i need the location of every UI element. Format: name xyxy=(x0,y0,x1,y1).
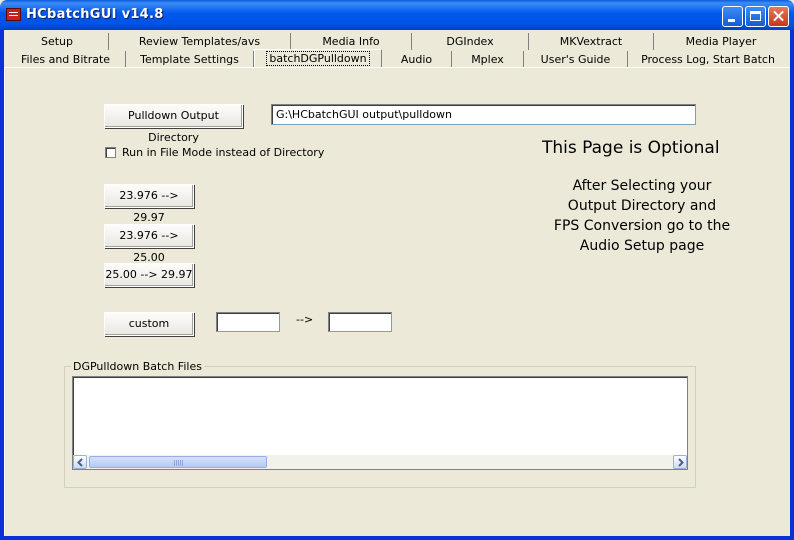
horizontal-scrollbar[interactable] xyxy=(73,455,687,469)
info-line: Output Directory and xyxy=(567,198,717,214)
tab-media-player[interactable]: Media Player xyxy=(654,33,788,50)
tab-review-templates[interactable]: Review Templates/avs xyxy=(109,33,291,50)
scroll-left-button[interactable] xyxy=(73,455,87,469)
page-heading: This Page is Optional xyxy=(542,138,720,158)
close-button[interactable] xyxy=(768,6,789,27)
minimize-icon xyxy=(728,19,735,22)
main-window: HCbatchGUI v14.8 Setup Review Templates/… xyxy=(0,0,794,540)
tab-setup[interactable]: Setup xyxy=(6,33,109,50)
info-line: FPS Conversion go to the xyxy=(553,218,731,234)
info-line: After Selecting your xyxy=(572,178,712,194)
scroll-grip-icon xyxy=(174,460,183,466)
close-icon xyxy=(769,7,788,26)
convert-23976-2997-label: 23.976 --> 29.97 xyxy=(119,189,179,224)
tab-mplex[interactable]: Mplex xyxy=(452,51,524,68)
convert-2500-2997-button[interactable]: 25.00 --> 29.97 xyxy=(104,263,194,287)
file-mode-label: Run in File Mode instead of Directory xyxy=(122,146,325,159)
custom-to-field[interactable] xyxy=(328,312,392,332)
scroll-right-button[interactable] xyxy=(673,455,687,469)
window-frame-right xyxy=(790,30,794,540)
scroll-left-icon xyxy=(77,458,83,467)
custom-from-field[interactable] xyxy=(216,312,280,332)
info-text: After Selecting your Output Directory an… xyxy=(542,176,742,256)
custom-label: custom xyxy=(128,317,170,330)
batch-files-group-title: DGPulldown Batch Files xyxy=(71,360,204,373)
tab-dgindex[interactable]: DGIndex xyxy=(412,33,529,50)
app-icon[interactable] xyxy=(6,8,21,21)
tab-batchdgpulldown[interactable]: batchDGPulldown xyxy=(254,49,382,67)
scroll-thumb[interactable] xyxy=(89,456,267,468)
tab-files-and-bitrate[interactable]: Files and Bitrate xyxy=(6,51,126,68)
maximize-icon xyxy=(750,11,761,21)
tab-mkvextract[interactable]: MKVextract xyxy=(529,33,654,50)
scroll-right-icon xyxy=(678,458,684,467)
custom-arrow-label: --> xyxy=(296,313,314,326)
tab-template-settings[interactable]: Template Settings xyxy=(126,51,254,68)
maximize-button[interactable] xyxy=(745,6,766,27)
title-bar[interactable]: HCbatchGUI v14.8 xyxy=(0,0,794,30)
pulldown-output-directory-label: Pulldown Output Directory xyxy=(128,109,219,144)
tab-process-log[interactable]: Process Log, Start Batch xyxy=(628,51,788,68)
window-frame-bottom xyxy=(0,536,794,540)
output-directory-field[interactable]: G:\HCbatchGUI output\pulldown xyxy=(271,104,696,125)
tab-users-guide[interactable]: User's Guide xyxy=(524,51,628,68)
convert-2500-2997-label: 25.00 --> 29.97 xyxy=(105,268,193,281)
pulldown-output-directory-button[interactable]: Pulldown Output Directory xyxy=(104,104,243,144)
custom-button[interactable]: custom xyxy=(104,312,194,336)
minimize-button[interactable] xyxy=(722,6,743,27)
info-line: Audio Setup page xyxy=(579,238,705,254)
convert-23976-2500-button[interactable]: 23.976 --> 25.00 xyxy=(104,224,194,264)
file-mode-checkbox[interactable] xyxy=(105,147,116,158)
tab-audio[interactable]: Audio xyxy=(382,51,452,68)
window-title: HCbatchGUI v14.8 xyxy=(26,7,164,22)
tab-media-info[interactable]: Media Info xyxy=(291,33,412,50)
convert-23976-2997-button[interactable]: 23.976 --> 29.97 xyxy=(104,184,194,224)
tab-batchdgpulldown-label: batchDGPulldown xyxy=(266,51,370,66)
